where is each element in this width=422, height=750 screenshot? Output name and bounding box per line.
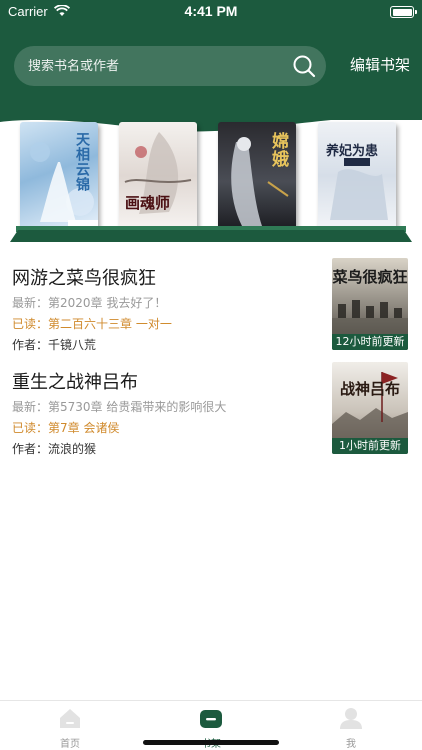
cover-title: 菜鸟很疯狂 bbox=[332, 268, 408, 286]
book-list: 网游之菜鸟很疯狂 最新：第2020章 我去好了！ 已读：第二百六十三章 一对一 … bbox=[0, 258, 422, 466]
clock: 4:41 PM bbox=[184, 3, 238, 19]
book-author: 作者：千镜八荒 bbox=[12, 338, 97, 352]
search-bar[interactable] bbox=[14, 46, 326, 86]
home-icon bbox=[60, 709, 80, 728]
search-input[interactable] bbox=[28, 58, 268, 74]
book-title: 画魂师 bbox=[125, 194, 171, 212]
update-badge: 1小时前更新 bbox=[332, 438, 408, 454]
edit-shelf-button[interactable]: 编辑书架 bbox=[350, 54, 410, 75]
bookshelf-icon bbox=[200, 710, 222, 728]
status-bar: Carrier 4:41 PM bbox=[0, 0, 422, 24]
tab-label: 我 bbox=[346, 739, 356, 750]
shelf-book[interactable]: 画魂师 bbox=[119, 122, 197, 230]
latest-chapter: 最新：第2020章 我去好了！ bbox=[12, 296, 167, 310]
search-icon[interactable] bbox=[292, 54, 316, 78]
read-progress: 已读：第二百六十三章 一对一 bbox=[12, 317, 172, 331]
book-author: 作者：流浪的猴 bbox=[12, 442, 97, 456]
cover-title: 战神吕布 bbox=[339, 380, 400, 398]
tab-profile[interactable]: 我 bbox=[321, 707, 381, 750]
book-name: 重生之战神吕布 bbox=[12, 372, 138, 393]
profile-icon bbox=[340, 708, 362, 729]
book-cover: 战神吕布 1小时前更新 bbox=[332, 362, 408, 454]
update-badge: 12小时前更新 bbox=[332, 334, 408, 350]
latest-chapter: 最新：第5730章 给贵霜带来的影响很大 bbox=[12, 400, 227, 414]
header: 编辑书架 bbox=[0, 24, 422, 132]
battery-icon bbox=[390, 6, 417, 18]
shelf-book[interactable]: 养妃为患 bbox=[318, 122, 396, 230]
tab-home[interactable]: 首页 bbox=[40, 707, 100, 750]
book-title: 养妃为患 bbox=[326, 144, 379, 159]
list-item[interactable]: 重生之战神吕布 最新：第5730章 给贵霜带来的影响很大 已读：第7章 会诸侯 … bbox=[0, 362, 422, 462]
home-indicator bbox=[143, 740, 279, 745]
list-item[interactable]: 网游之菜鸟很疯狂 最新：第2020章 我去好了！ 已读：第二百六十三章 一对一 … bbox=[0, 258, 422, 358]
shelf-board bbox=[10, 230, 412, 242]
book-name: 网游之菜鸟很疯狂 bbox=[12, 268, 156, 289]
book-cover: 菜鸟很疯狂 12小时前更新 bbox=[332, 258, 408, 350]
bookshelf: 天相云锦 画魂师 嫦娥 养妃为患 bbox=[0, 118, 422, 248]
book-title: 天相云锦 bbox=[74, 132, 90, 192]
shelf-book[interactable]: 嫦娥 bbox=[218, 122, 296, 230]
read-progress: 已读：第7章 会诸侯 bbox=[12, 421, 120, 435]
tab-label: 首页 bbox=[60, 739, 80, 750]
shelf-book[interactable]: 天相云锦 bbox=[20, 122, 98, 230]
book-title: 嫦娥 bbox=[268, 132, 288, 168]
